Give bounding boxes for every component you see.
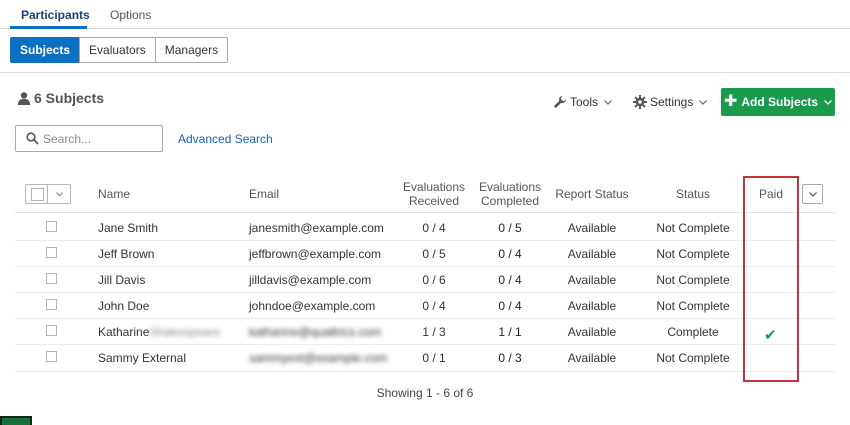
select-all-checkbox[interactable] <box>26 185 48 203</box>
select-options-dropdown[interactable] <box>48 185 70 203</box>
section-divider <box>0 72 850 73</box>
gear-icon <box>633 95 647 109</box>
chevron-down-icon <box>824 99 833 105</box>
search-box <box>15 125 163 152</box>
evaluations-completed: 0 / 5 <box>498 221 522 235</box>
row-checkbox[interactable] <box>46 247 57 258</box>
table-header-divider <box>15 212 835 213</box>
table-bottom-divider <box>15 371 835 372</box>
row-checkbox[interactable] <box>46 273 57 284</box>
table-row[interactable]: Jill Davis jilldavis@example.com 0 / 6 0… <box>15 266 835 292</box>
subjects-count: 6 Subjects <box>18 90 104 106</box>
report-status: Available <box>567 325 617 339</box>
table-row[interactable]: Sammy External sammyext@example.com 0 / … <box>15 344 835 370</box>
subjects-count-label: 6 Subjects <box>34 90 105 106</box>
report-status: Available <box>567 221 617 235</box>
managers-segment-button[interactable]: Managers <box>154 37 229 63</box>
column-header-evaluations-received[interactable]: Evaluations Received <box>394 180 474 208</box>
wrench-icon <box>554 96 566 108</box>
chevron-down-icon <box>604 99 612 105</box>
evaluations-received: 0 / 1 <box>422 351 446 365</box>
evaluations-received: 0 / 4 <box>422 221 446 235</box>
plus-icon: ✚ <box>723 93 738 110</box>
evaluations-received: 0 / 6 <box>422 273 446 287</box>
subject-name[interactable]: John Doe <box>98 299 149 313</box>
search-input[interactable] <box>43 131 153 146</box>
advanced-search-link[interactable]: Advanced Search <box>178 132 273 146</box>
active-tab-indicator <box>10 26 87 29</box>
row-checkbox[interactable] <box>46 221 57 232</box>
table-row[interactable]: KatharineShakespeare katharine@qualtrics… <box>15 318 835 344</box>
table-row[interactable]: Jane Smith janesmith@example.com 0 / 4 0… <box>15 214 835 240</box>
tools-menu-button[interactable]: Tools <box>553 95 612 109</box>
table-row[interactable]: John Doe johndoe@example.com 0 / 4 0 / 4… <box>15 292 835 318</box>
report-status: Available <box>567 299 617 313</box>
subject-email-redacted: sammyext@example.com <box>249 351 388 365</box>
pagination-summary: Showing 1 - 6 of 6 <box>376 386 474 400</box>
settings-menu-button[interactable]: Settings <box>633 95 708 109</box>
participant-type-switch: Subjects Evaluators Managers <box>10 37 229 63</box>
subject-status: Not Complete <box>656 351 730 365</box>
column-options-dropdown[interactable] <box>802 184 823 204</box>
paid-column-highlight <box>743 176 799 382</box>
column-header-name[interactable]: Name <box>98 187 130 201</box>
column-header-label: Received <box>408 194 460 208</box>
row-checkbox[interactable] <box>46 299 57 310</box>
search-icon <box>26 132 39 145</box>
subject-email: jilldavis@example.com <box>249 273 372 287</box>
subject-email: jeffbrown@example.com <box>249 247 382 261</box>
column-header-email[interactable]: Email <box>249 187 279 201</box>
redacted-last-name: Shakespeare <box>149 325 221 339</box>
evaluators-segment-button[interactable]: Evaluators <box>79 37 156 63</box>
column-header-label: Evaluations <box>478 180 542 194</box>
report-status: Available <box>567 351 617 365</box>
subject-email-redacted: katharine@qualtrics.com <box>249 325 382 339</box>
subject-status: Not Complete <box>656 273 730 287</box>
subject-status: Not Complete <box>656 299 730 313</box>
subject-name[interactable]: KatharineShakespeare <box>98 325 220 339</box>
subjects-segment-button[interactable]: Subjects <box>10 37 81 63</box>
person-icon <box>18 91 30 105</box>
column-header-report-status[interactable]: Report Status <box>552 187 632 201</box>
row-checkbox[interactable] <box>46 351 57 362</box>
column-header-label: Completed <box>480 194 540 208</box>
corner-widget[interactable] <box>0 416 32 425</box>
evaluations-received: 0 / 4 <box>422 299 446 313</box>
subject-email: janesmith@example.com <box>249 221 384 235</box>
evaluations-received: 0 / 5 <box>422 247 446 261</box>
column-header-evaluations-completed[interactable]: Evaluations Completed <box>470 180 550 208</box>
report-status: Available <box>567 247 617 261</box>
subject-name[interactable]: Jill Davis <box>98 273 145 287</box>
evaluations-completed: 1 / 1 <box>498 325 522 339</box>
evaluations-received: 1 / 3 <box>422 325 446 339</box>
subject-status: Not Complete <box>656 247 730 261</box>
chevron-down-icon <box>699 99 708 105</box>
evaluations-completed: 0 / 4 <box>498 247 522 261</box>
subject-name[interactable]: Jeff Brown <box>98 247 154 261</box>
evaluations-completed: 0 / 4 <box>498 273 522 287</box>
top-tabs: Participants Options <box>0 0 850 29</box>
subject-first-name: Katharine <box>98 325 150 339</box>
chevron-down-icon <box>55 191 63 197</box>
evaluations-completed: 0 / 4 <box>498 299 522 313</box>
report-status: Available <box>567 273 617 287</box>
add-subjects-label: Add Subjects <box>741 95 819 109</box>
subject-email: johndoe@example.com <box>249 299 376 313</box>
chevron-down-icon <box>808 191 817 197</box>
settings-label: Settings <box>650 95 694 109</box>
column-header-status[interactable]: Status <box>653 187 733 201</box>
add-subjects-button[interactable]: ✚ Add Subjects <box>721 88 835 116</box>
subject-name[interactable]: Jane Smith <box>98 221 158 235</box>
evaluations-completed: 0 / 3 <box>498 351 522 365</box>
row-checkbox[interactable] <box>46 325 57 336</box>
select-all-control <box>25 184 71 204</box>
subject-status: Not Complete <box>656 221 730 235</box>
table-row[interactable]: Jeff Brown jeffbrown@example.com 0 / 5 0… <box>15 240 835 266</box>
tools-label: Tools <box>570 95 599 109</box>
tab-options[interactable]: Options <box>110 8 151 22</box>
subject-name[interactable]: Sammy External <box>98 351 186 365</box>
column-header-label: Evaluations <box>402 180 466 194</box>
subject-status: Complete <box>667 325 719 339</box>
tab-participants[interactable]: Participants <box>21 8 90 22</box>
